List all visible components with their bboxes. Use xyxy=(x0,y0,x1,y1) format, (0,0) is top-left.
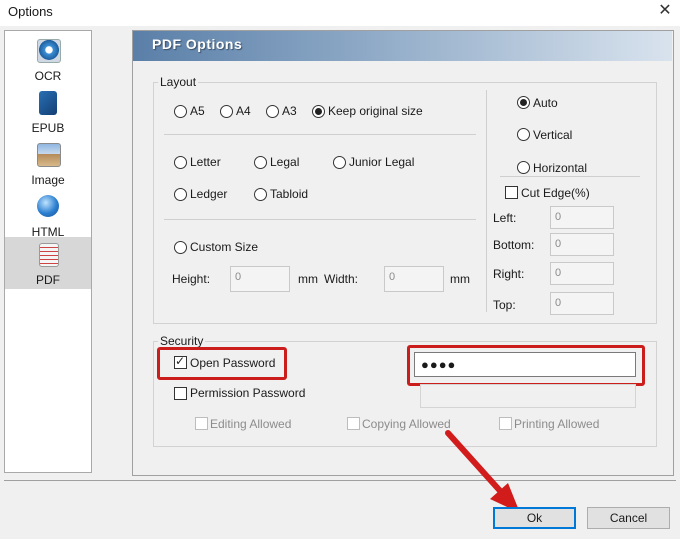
epub-icon xyxy=(39,91,57,115)
radio-junior-legal[interactable] xyxy=(333,156,346,169)
radio-a5-label: A5 xyxy=(190,104,205,118)
radio-ledger-label: Ledger xyxy=(190,187,228,201)
editing-allowed-checkbox[interactable] xyxy=(195,417,208,430)
cut-edge-label: Cut Edge(%) xyxy=(521,186,590,200)
open-password-label: Open Password xyxy=(190,356,276,370)
divider-vertical xyxy=(486,90,487,312)
radio-keep-original-size-label: Keep original size xyxy=(328,104,423,118)
height-input[interactable]: 0 xyxy=(230,266,290,292)
cancel-button[interactable]: Cancel xyxy=(587,507,670,529)
permission-password-label: Permission Password xyxy=(190,386,306,400)
close-button[interactable]: ✕ xyxy=(650,0,680,24)
sidebar-item-label: EPUB xyxy=(31,121,65,135)
radio-a4-label: A4 xyxy=(236,104,251,118)
radio-letter[interactable] xyxy=(174,156,187,169)
radio-ledger[interactable] xyxy=(174,188,187,201)
left-input[interactable]: 0 xyxy=(550,206,614,229)
top-label: Top: xyxy=(493,298,516,312)
width-input[interactable]: 0 xyxy=(384,266,444,292)
footer-divider xyxy=(4,480,676,481)
divider xyxy=(164,219,476,220)
open-password-input[interactable]: ●●●● xyxy=(414,352,636,377)
security-group-label: Security xyxy=(158,334,206,348)
editing-allowed-label: Editing Allowed xyxy=(210,417,292,431)
sidebar-item-image[interactable]: Image xyxy=(5,139,91,189)
pdf-icon xyxy=(39,243,59,267)
sidebar-item-epub[interactable]: EPUB xyxy=(5,87,91,137)
radio-letter-label: Letter xyxy=(190,155,221,169)
right-input[interactable]: 0 xyxy=(550,262,614,285)
radio-keep-original-size[interactable] xyxy=(312,105,325,118)
width-unit: mm xyxy=(450,272,470,286)
radio-vertical-label: Vertical xyxy=(533,128,573,142)
permission-password-checkbox[interactable] xyxy=(174,387,187,400)
sidebar-item-html[interactable]: HTML xyxy=(5,191,91,241)
height-label: Height: xyxy=(172,272,211,286)
left-label: Left: xyxy=(493,211,517,225)
right-label: Right: xyxy=(493,267,525,281)
radio-legal-label: Legal xyxy=(270,155,300,169)
radio-junior-legal-label: Junior Legal xyxy=(349,155,415,169)
sidebar-item-ocr[interactable]: OCR xyxy=(5,35,91,85)
radio-legal[interactable] xyxy=(254,156,267,169)
ok-button[interactable]: Ok xyxy=(493,507,576,529)
sidebar-item-pdf[interactable]: PDF xyxy=(5,237,91,289)
title-bar xyxy=(0,0,680,26)
radio-custom-size-label: Custom Size xyxy=(190,240,259,254)
height-unit: mm xyxy=(298,272,318,286)
radio-tabloid-label: Tabloid xyxy=(270,187,309,201)
sidebar-item-label: Image xyxy=(31,173,65,187)
cut-edge-checkbox[interactable] xyxy=(505,186,518,199)
radio-vertical[interactable] xyxy=(517,128,530,141)
radio-a4[interactable] xyxy=(220,105,233,118)
radio-tabloid[interactable] xyxy=(254,188,267,201)
image-icon xyxy=(37,143,61,167)
radio-a3[interactable] xyxy=(266,105,279,118)
radio-a5[interactable] xyxy=(174,105,187,118)
width-label: Width: xyxy=(324,272,359,286)
radio-auto-label: Auto xyxy=(533,96,558,110)
radio-custom-size[interactable] xyxy=(174,241,187,254)
globe-icon xyxy=(37,195,59,217)
sidebar-item-label: OCR xyxy=(34,69,62,83)
radio-auto[interactable] xyxy=(517,96,530,109)
open-password-checkbox[interactable] xyxy=(174,354,187,369)
panel-title: PDF Options xyxy=(152,36,243,52)
bottom-input[interactable]: 0 xyxy=(550,233,614,256)
copying-allowed-label: Copying Allowed xyxy=(362,417,451,431)
radio-horizontal[interactable] xyxy=(517,161,530,174)
window-title: Options xyxy=(8,4,53,19)
divider xyxy=(164,134,476,135)
sidebar-item-label: PDF xyxy=(36,273,60,287)
radio-horizontal-label: Horizontal xyxy=(533,161,588,175)
sidebar: OCR EPUB Image HTML PDF xyxy=(4,30,92,473)
copying-allowed-checkbox[interactable] xyxy=(347,417,360,430)
permission-password-input[interactable] xyxy=(420,384,636,408)
divider xyxy=(500,176,640,177)
bottom-label: Bottom: xyxy=(493,238,535,252)
top-input[interactable]: 0 xyxy=(550,292,614,315)
ocr-icon xyxy=(37,39,61,63)
layout-group-label: Layout xyxy=(158,75,199,89)
radio-a3-label: A3 xyxy=(282,104,297,118)
